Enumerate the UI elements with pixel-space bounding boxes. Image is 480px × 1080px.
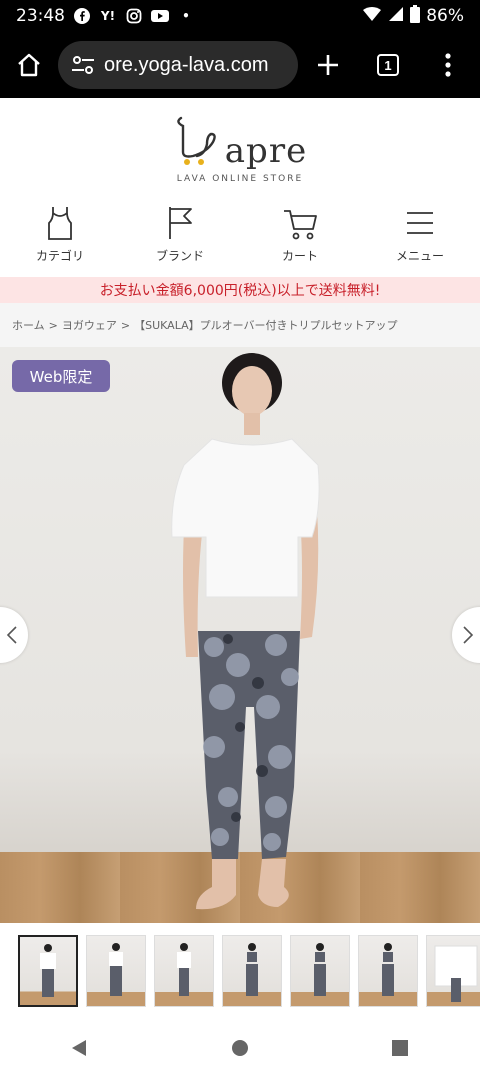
tab-switcher-button[interactable]: 1	[358, 54, 418, 76]
breadcrumb: ホーム > ヨガウェア > 【SUKALA】プルオーバー付きトリプルセットアップ	[0, 303, 480, 347]
logo-subtitle: LAVA ONLINE STORE	[176, 173, 304, 184]
thumbnail[interactable]	[18, 935, 78, 1007]
nav-label-cart: カート	[281, 249, 318, 263]
nav-label-brand: ブランド	[155, 249, 204, 263]
battery-percent: 86%	[426, 6, 464, 26]
main-nav: カテゴリ ブランド カート メニュー	[0, 205, 480, 275]
logo-text: apre	[224, 130, 308, 171]
thumbnail[interactable]	[86, 935, 146, 1007]
menu-icon	[407, 212, 433, 234]
thumbnail-figure	[40, 944, 56, 997]
site-settings-icon[interactable]	[68, 50, 98, 80]
recents-square-icon	[392, 1040, 408, 1056]
cellular-icon	[388, 6, 404, 27]
breadcrumb-separator: >	[48, 318, 58, 332]
address-bar[interactable]: ore.yoga-lava.com	[58, 41, 298, 89]
more-vert-icon	[445, 53, 451, 77]
home-button[interactable]	[0, 32, 58, 98]
instagram-icon	[125, 7, 143, 25]
home-icon	[18, 53, 40, 77]
back-triangle-icon	[72, 1040, 86, 1056]
thumbnail-figure	[314, 943, 326, 996]
nav-item-menu[interactable]: メニュー	[360, 205, 480, 275]
url-text: ore.yoga-lava.com	[104, 53, 269, 76]
chevron-left-icon	[6, 626, 17, 644]
breadcrumb-separator: >	[120, 318, 131, 332]
signal-icon	[362, 6, 382, 27]
android-nav-bar	[0, 1020, 480, 1080]
breadcrumb-home[interactable]: ホーム	[12, 317, 45, 333]
free-shipping-banner: お支払い金額6,000円(税込)以上で送料無料!	[0, 277, 480, 303]
thumbnail[interactable]	[290, 935, 350, 1007]
product-image[interactable]: Web限定	[0, 347, 480, 923]
chevron-right-icon	[463, 626, 474, 644]
new-tab-button[interactable]	[298, 53, 358, 77]
more-options-button[interactable]	[418, 53, 478, 77]
thumbnail[interactable]	[358, 935, 418, 1007]
battery-icon	[410, 4, 421, 28]
recents-button[interactable]	[390, 1038, 410, 1062]
nav-item-cart[interactable]: カート	[240, 205, 360, 275]
thumbnail[interactable]	[154, 935, 214, 1007]
browser-toolbar: ore.yoga-lava.com 1	[0, 32, 480, 98]
facebook-icon	[73, 7, 91, 25]
thumbnail[interactable]	[222, 935, 282, 1007]
nav-label-category: カテゴリ	[35, 249, 84, 263]
thumbnail[interactable]	[426, 935, 480, 1007]
nav-item-brand[interactable]: ブランド	[120, 205, 240, 275]
thumbnail-figure	[246, 943, 258, 996]
home-nav-button[interactable]	[230, 1038, 250, 1062]
youtube-icon	[151, 7, 169, 25]
nav-item-category[interactable]: カテゴリ	[0, 205, 120, 275]
web-limited-badge: Web限定	[12, 360, 110, 392]
status-time: 23:48	[16, 6, 65, 26]
breadcrumb-product: 【SUKALA】プルオーバー付きトリプルセットアップ	[134, 319, 398, 332]
back-button[interactable]	[70, 1038, 90, 1062]
logo-mark-icon	[177, 116, 216, 165]
plus-icon	[318, 55, 338, 75]
thumbnail-figure	[434, 945, 478, 1002]
nav-label-menu: メニュー	[395, 249, 444, 263]
cart-icon	[284, 210, 317, 240]
thumbnail-figure	[177, 943, 191, 996]
yahoo-icon: Y!	[100, 9, 116, 23]
status-bar: 23:48 Y! • 86%	[0, 0, 480, 32]
tab-count: 1	[377, 54, 399, 76]
thumbnail-strip	[0, 935, 480, 1009]
flag-icon	[169, 207, 192, 239]
thumbnail-figure	[382, 943, 394, 996]
model-figure	[171, 353, 320, 910]
site-logo[interactable]: apre LAVA ONLINE STORE	[0, 100, 480, 195]
tank-top-icon	[48, 207, 72, 240]
dot-icon: •	[182, 9, 190, 23]
banner-text: お支払い金額6,000円(税込)以上で送料無料!	[99, 283, 381, 299]
home-circle-icon	[232, 1040, 248, 1056]
breadcrumb-category[interactable]: ヨガウェア	[62, 317, 117, 333]
thumbnail-figure	[109, 943, 123, 996]
